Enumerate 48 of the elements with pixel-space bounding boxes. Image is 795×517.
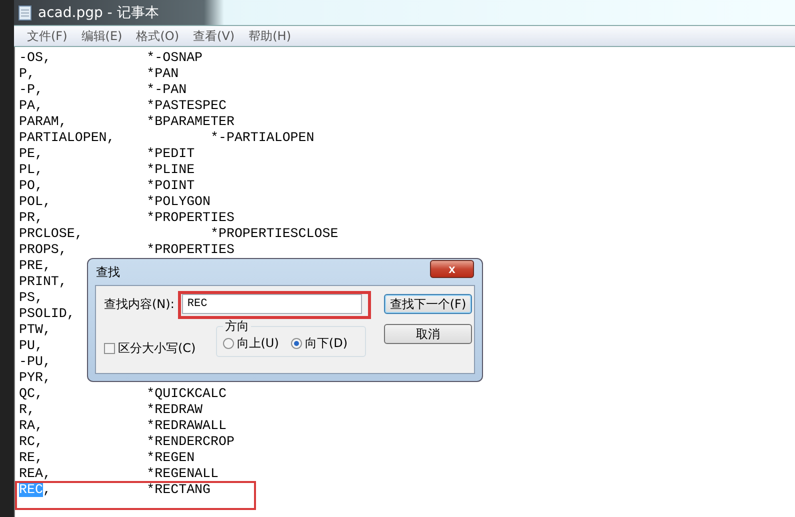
text-line: -PU, [19,354,51,370]
text-line: PL, *PLINE [19,162,195,178]
text-line: PROPS, *PROPERTIES [19,242,234,258]
menu-item[interactable]: 文件(F) [20,28,74,44]
text-line: P, *PAN [19,66,179,82]
text-line: PRINT, [19,274,67,290]
checkbox[interactable] [104,343,115,354]
radio-label: 向上(U) [236,335,279,352]
text-line: PE, *PEDIT [19,146,195,162]
text-line: REA, *REGENALL [19,466,218,482]
text-line: RC, *RENDERCROP [19,434,234,450]
text-line: PSOLID, [19,306,75,322]
text-line: -OS, *-OSNAP [19,50,203,66]
text-line: PRCLOSE, *PROPERTIESCLOSE [19,226,338,242]
text-line: QC, *QUICKCALC [19,386,226,402]
text-line: PS, [19,290,43,306]
text-line: PARAM, *BPARAMETER [19,114,234,130]
text-line: PARTIALOPEN, *-PARTIALOPEN [19,130,314,146]
text-line: PU, [19,338,43,354]
menu-item[interactable]: 查看(V) [186,28,242,44]
text-line: POL, *POLYGON [19,194,211,210]
text-line: PTW, [19,322,51,338]
find-next-button[interactable]: 查找下一个(F) [384,294,472,314]
close-button[interactable]: x [430,260,474,278]
radio-button[interactable] [222,338,234,349]
text-line: RA, *REDRAWALL [19,418,226,434]
group-label: 方向 [224,318,250,335]
window-title: acad.pgp - 记事本 [38,4,159,22]
radio-label: 向下(D) [304,335,348,352]
text-line: PO, *POINT [19,178,195,194]
text-line: R, *REDRAW [19,402,203,418]
cancel-button[interactable]: 取消 [384,324,472,344]
menu-item[interactable]: 格式(O) [129,28,186,44]
text-line: PYR, [19,370,51,386]
text-line: PRE, [19,258,51,274]
radio-button[interactable] [290,338,302,349]
input-field[interactable]: REC [182,294,362,314]
find-label: 查找内容(N): [104,296,174,312]
text-line: REC, *RECTANG [19,482,211,498]
notepad-icon [18,4,32,20]
text-line: PR, *PROPERTIES [19,210,234,226]
menu-item[interactable]: 帮助(H) [242,28,298,44]
text-line: RE, *REGEN [19,450,195,466]
checkbox-label: 区分大小写(C) [118,340,196,357]
dialog-title: 查找 [95,264,120,280]
text-line: PA, *PASTESPEC [19,98,226,114]
text-line: -P, *-PAN [19,82,187,98]
menu-item[interactable]: 编辑(E) [74,28,130,44]
